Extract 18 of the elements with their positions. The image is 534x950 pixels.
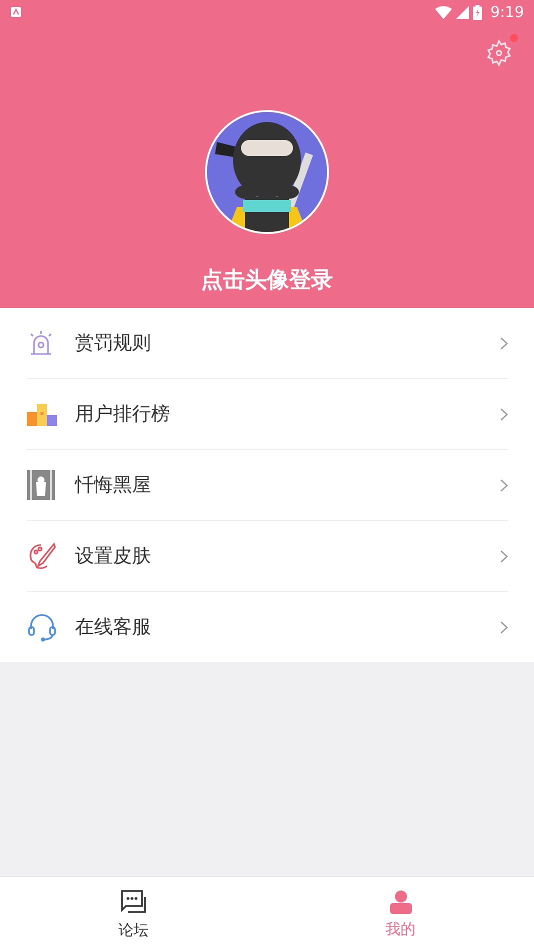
clock-text: 9:19 — [490, 2, 524, 23]
podium-icon — [27, 402, 57, 426]
tab[interactable]: 论坛 — [0, 877, 267, 950]
jail-icon — [27, 470, 55, 500]
person-icon — [390, 890, 412, 914]
chevron-right-icon — [500, 408, 508, 420]
signal-icon — [456, 6, 470, 18]
settings-icon — [484, 38, 514, 68]
chevron-right-icon — [500, 478, 508, 492]
chevron-right-icon — [500, 336, 508, 350]
notification-icon — [10, 6, 22, 18]
battery-icon — [473, 4, 482, 20]
chat-icon — [120, 888, 148, 915]
headset-icon — [27, 612, 57, 642]
palette-icon — [27, 541, 57, 571]
chevron-right-icon — [500, 550, 508, 562]
wifi-icon — [435, 6, 452, 18]
chevron-right-icon — [500, 620, 508, 634]
